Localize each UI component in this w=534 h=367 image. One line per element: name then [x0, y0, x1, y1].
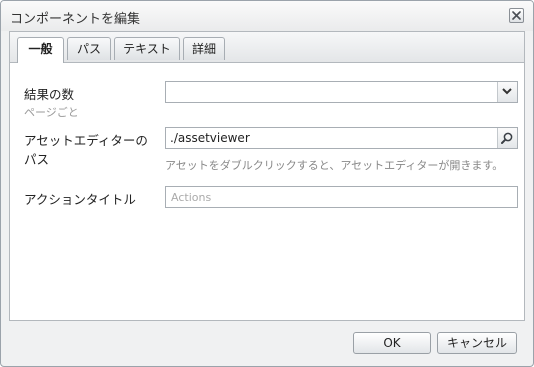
asset-editor-path-value: ./assetviewer	[170, 131, 250, 145]
cancel-button[interactable]: キャンセル	[437, 332, 517, 354]
results-sublabel: ページごと	[24, 106, 79, 119]
tab-details[interactable]: 詳細	[183, 37, 225, 60]
search-icon	[501, 132, 513, 144]
results-dropdown-trigger[interactable]	[497, 82, 517, 102]
asset-editor-path-field[interactable]: ./assetviewer	[165, 127, 518, 149]
asset-editor-hint: アセットをダブルクリックすると、アセットエディターが開きます。	[165, 159, 504, 172]
chevron-down-icon	[502, 88, 512, 95]
action-title-label: アクションタイトル	[24, 192, 136, 207]
tab-general[interactable]: 一般	[17, 37, 64, 63]
tab-path[interactable]: パス	[67, 37, 111, 60]
action-title-input[interactable]: Actions	[165, 186, 518, 208]
asset-editor-label-line2: パス	[24, 152, 50, 167]
dialog-title: コンポーネントを編集	[10, 12, 141, 27]
close-button[interactable]	[509, 8, 524, 23]
dialog-body: 一般 パス テキスト 詳細 結果の数 ページごと アセットエディターの パス .…	[9, 31, 525, 321]
dialog-titlebar[interactable]: コンポーネントを編集	[1, 1, 533, 31]
general-panel: 結果の数 ページごと アセットエディターの パス ./assetviewer ア…	[10, 63, 524, 320]
asset-editor-browse-button[interactable]	[497, 128, 517, 148]
results-label: 結果の数	[24, 87, 75, 102]
close-icon	[512, 11, 521, 20]
results-select[interactable]	[165, 81, 518, 103]
asset-editor-label-line1: アセットエディターの	[24, 133, 148, 148]
ok-button[interactable]: OK	[353, 332, 431, 354]
edit-component-dialog: コンポーネントを編集 一般 パス テキスト 詳細 結果の数 ページごと アセット…	[0, 0, 534, 367]
tab-strip: 一般 パス テキスト 詳細	[10, 32, 524, 63]
tab-text[interactable]: テキスト	[114, 37, 180, 60]
action-title-placeholder: Actions	[171, 191, 212, 204]
